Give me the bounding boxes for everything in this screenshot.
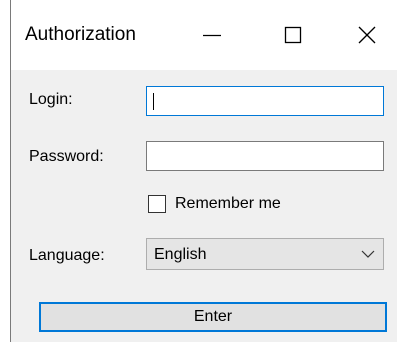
maximize-icon	[284, 26, 302, 44]
login-label: Login:	[29, 91, 73, 108]
remember-me-label[interactable]: Remember me	[175, 195, 281, 213]
authorization-window: Authorization Login: Password: Remember …	[10, 0, 397, 342]
language-selected-value: English	[154, 246, 207, 263]
login-field[interactable]	[146, 86, 384, 116]
password-field[interactable]	[146, 141, 384, 171]
password-label: Password:	[29, 148, 104, 165]
window-title: Authorization	[25, 24, 136, 45]
form-area: Login: Password: Remember me Language: E…	[11, 70, 397, 342]
minimize-icon	[203, 34, 221, 37]
title-bar[interactable]: Authorization	[11, 0, 397, 70]
language-select[interactable]: English	[146, 238, 384, 270]
close-icon	[358, 26, 376, 44]
language-label: Language:	[29, 247, 105, 264]
close-button[interactable]	[338, 14, 396, 56]
text-caret	[153, 93, 154, 110]
chevron-down-icon	[361, 250, 375, 258]
remember-me-checkbox[interactable]	[148, 195, 166, 213]
maximize-button[interactable]	[264, 14, 322, 56]
enter-button[interactable]: Enter	[39, 302, 387, 332]
minimize-button[interactable]	[183, 14, 241, 56]
